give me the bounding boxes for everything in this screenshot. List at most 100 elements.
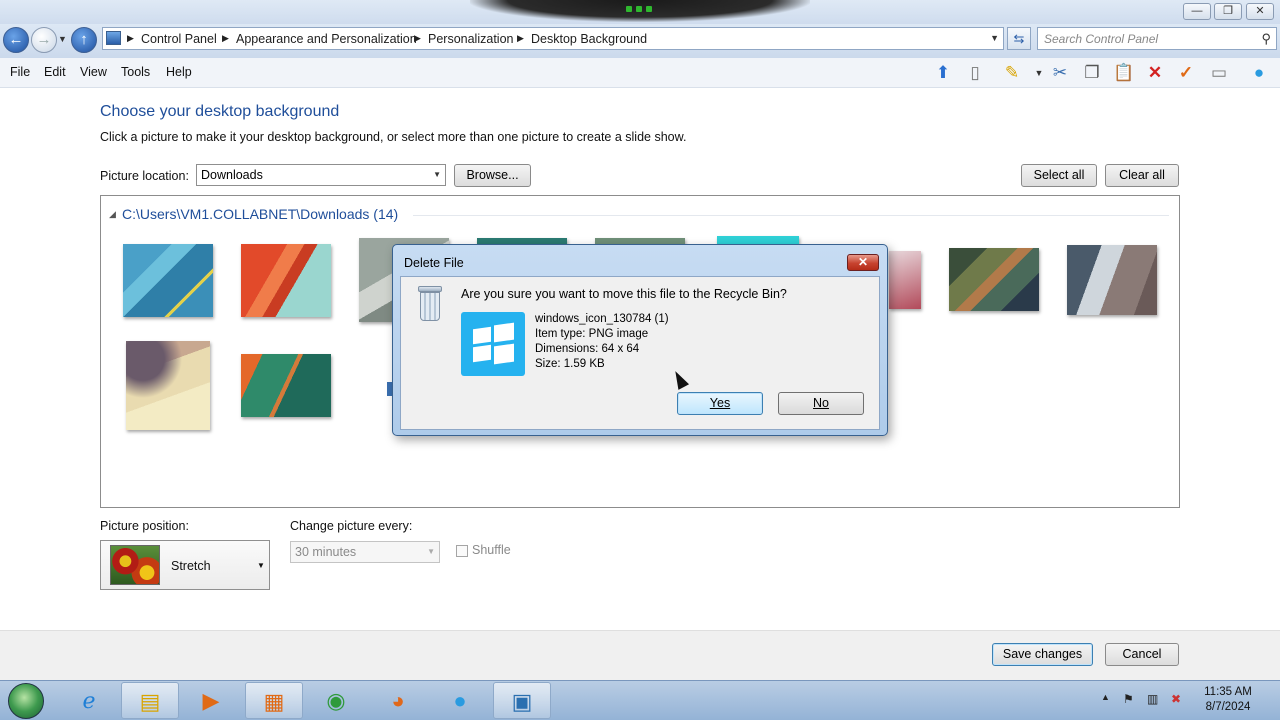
up-button[interactable]: ↑ — [71, 27, 97, 53]
yes-button-label: Yes — [709, 396, 731, 410]
breadcrumb-control-panel[interactable]: Control Panel — [141, 32, 217, 46]
wallpaper-thumbnail[interactable] — [126, 341, 210, 430]
minimize-button[interactable]: — — [1183, 3, 1211, 20]
no-button[interactable]: No — [778, 392, 864, 415]
change-interval-select[interactable]: 30 minutes ▼ — [290, 541, 440, 563]
restore-button[interactable]: ❐ — [1214, 3, 1242, 20]
logo-pane — [473, 344, 491, 363]
change-interval-value: 30 minutes — [295, 545, 357, 559]
cut-icon[interactable]: ✂ — [1048, 61, 1072, 85]
wallpaper-thumbnail[interactable] — [123, 244, 213, 317]
folder-check-icon[interactable]: ✎ — [1000, 61, 1024, 85]
copy-icon[interactable]: ❐ — [1080, 61, 1104, 85]
breadcrumb-appearance[interactable]: Appearance and Personalization — [236, 32, 417, 46]
dialog-body: Are you sure you want to move this file … — [400, 276, 880, 430]
taskbar-clock[interactable]: 11:35 AM 8/7/2024 — [1196, 685, 1260, 715]
position-preview-image — [110, 545, 160, 585]
group-header[interactable]: C:\Users\VM1.COLLABNET\Downloads (14) — [122, 206, 398, 222]
file-size: Size: 1.59 KB — [535, 358, 605, 370]
up-arrow-icon[interactable]: ⬆ — [931, 61, 955, 85]
globe-icon[interactable]: ● — [1247, 61, 1271, 85]
media-player-icon[interactable]: ▶ — [182, 682, 240, 719]
chevron-down-icon: ▼ — [257, 561, 265, 570]
dialog-close-button[interactable]: ✕ — [847, 254, 879, 271]
breadcrumb-chevron-icon[interactable]: ▶ — [222, 33, 229, 44]
windows-logo-icon — [461, 312, 525, 376]
title-bar-camera-notch — [470, 0, 810, 22]
delete-file-dialog: Delete File ✕ Are you sure you want to m… — [392, 244, 888, 436]
menu-bar: File Edit View Tools Help ⬆ ▯ ✎ ▼ ✂ ❐ 📋 … — [0, 58, 1280, 88]
select-all-button[interactable]: Select all — [1021, 164, 1097, 187]
save-changes-button[interactable]: Save changes — [992, 643, 1093, 666]
breadcrumb-chevron-icon[interactable]: ▶ — [414, 33, 421, 44]
recent-pages-dropdown[interactable]: ▼ — [58, 34, 67, 44]
menu-edit[interactable]: Edit — [44, 65, 66, 79]
chrome-icon[interactable]: ◉ — [307, 682, 365, 719]
menu-file[interactable]: File — [10, 65, 30, 79]
wallpaper-thumbnail[interactable] — [889, 251, 921, 309]
file-name: windows_icon_130784 (1) — [535, 313, 669, 325]
taskbar: ℯ ▤ ▶ ▦ ◉ ◕ ● ▣ ▲ ⚑ ▥ ✖ 11:35 AM 8/7/202… — [0, 680, 1280, 720]
address-dropdown-icon[interactable]: ▼ — [990, 33, 999, 43]
wallpaper-thumbnail[interactable] — [241, 354, 331, 417]
logo-pane — [473, 326, 491, 345]
menu-tools[interactable]: Tools — [121, 65, 150, 79]
menu-help[interactable]: Help — [166, 65, 192, 79]
group-divider — [413, 215, 1169, 216]
firefox-icon[interactable]: ◕ — [369, 682, 427, 719]
menu-view[interactable]: View — [80, 65, 107, 79]
internet-explorer-icon[interactable]: ℯ — [60, 682, 118, 719]
breadcrumb-chevron-icon[interactable]: ▶ — [127, 33, 134, 44]
search-box[interactable]: ⚲ — [1037, 27, 1277, 50]
forward-button[interactable]: → — [31, 27, 57, 53]
wallpaper-thumbnail[interactable] — [1067, 245, 1157, 315]
show-hidden-icons-icon[interactable]: ▲ — [1101, 692, 1110, 702]
dialog-question: Are you sure you want to move this file … — [461, 287, 787, 301]
control-panel-icon — [106, 31, 121, 45]
picture-location-select[interactable]: Downloads ▼ — [196, 164, 446, 186]
delete-icon[interactable]: ✕ — [1143, 61, 1167, 85]
collapse-triangle-icon[interactable]: ◢ — [109, 209, 116, 220]
yes-button[interactable]: Yes — [677, 392, 763, 415]
checkmark-icon[interactable]: ✓ — [1174, 61, 1198, 85]
search-icon[interactable]: ⚲ — [1261, 31, 1271, 47]
logo-pane — [494, 322, 514, 343]
browse-button[interactable]: Browse... — [454, 164, 531, 187]
dialog-title: Delete File — [404, 256, 464, 270]
picture-location-label: Picture location: — [100, 169, 189, 183]
shuffle-checkbox[interactable] — [456, 545, 468, 557]
paint-icon[interactable]: ▦ — [245, 682, 303, 719]
file-dimensions: Dimensions: 64 x 64 — [535, 343, 640, 355]
breadcrumb-desktop-background[interactable]: Desktop Background — [531, 32, 647, 46]
breadcrumb-personalization[interactable]: Personalization — [428, 32, 513, 46]
refresh-button[interactable]: ⇆ — [1007, 27, 1031, 50]
start-button[interactable] — [8, 683, 44, 719]
wallpaper-thumbnail[interactable] — [241, 244, 331, 317]
search-input[interactable] — [1044, 29, 1254, 48]
clock-date: 8/7/2024 — [1205, 701, 1251, 713]
app-globe-icon[interactable]: ● — [431, 682, 489, 719]
breadcrumb-chevron-icon[interactable]: ▶ — [517, 33, 524, 44]
action-center-flag-icon[interactable]: ⚑ — [1123, 692, 1134, 706]
shuffle-label: Shuffle — [472, 543, 511, 557]
cancel-button[interactable]: Cancel — [1105, 643, 1179, 666]
paste-icon[interactable]: 📋 — [1112, 61, 1136, 85]
back-button[interactable]: ← — [3, 27, 29, 53]
wallpaper-thumbnail[interactable] — [949, 248, 1039, 311]
close-window-button[interactable]: ✕ — [1246, 3, 1274, 20]
logo-pane — [494, 343, 514, 365]
network-icon[interactable]: ▥ — [1147, 692, 1158, 706]
volume-muted-icon[interactable]: ✖ — [1171, 692, 1181, 706]
clear-all-button[interactable]: Clear all — [1105, 164, 1179, 187]
page-title: Choose your desktop background — [100, 103, 340, 120]
page-description: Click a picture to make it your desktop … — [100, 130, 687, 144]
file-explorer-icon[interactable]: ▤ — [121, 682, 179, 719]
address-toolbar: ← → ▼ ↑ ▶ Control Panel ▶ Appearance and… — [0, 24, 1280, 58]
panel-icon[interactable]: ▯ — [963, 61, 987, 85]
window-icon[interactable]: ▭ — [1207, 61, 1231, 85]
address-bar[interactable]: ▶ Control Panel ▶ Appearance and Persona… — [102, 27, 1004, 50]
picture-location-value: Downloads — [201, 168, 263, 182]
control-panel-taskbar-icon[interactable]: ▣ — [493, 682, 551, 719]
picture-position-select[interactable]: Stretch ▼ — [100, 540, 270, 590]
indicator-light — [646, 6, 652, 12]
